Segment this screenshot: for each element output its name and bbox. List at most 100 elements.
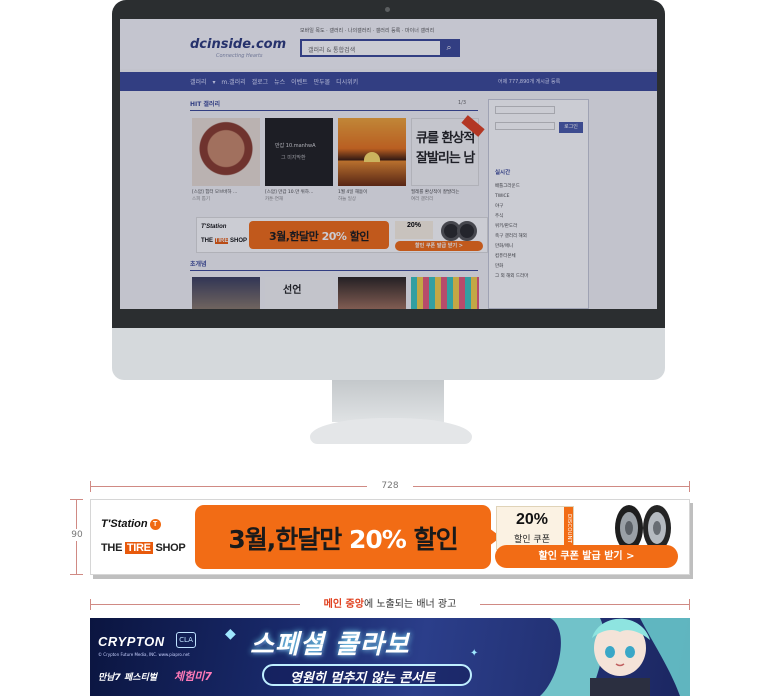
thumbnail-2[interactable]: 만갑 10.manhwA 그 미지막환 bbox=[265, 118, 333, 186]
thumbnail-5[interactable] bbox=[192, 277, 260, 309]
concept-title[interactable]: 초개념 bbox=[190, 259, 207, 268]
width-dimension-label: 728 bbox=[367, 480, 413, 492]
character-illustration bbox=[540, 618, 690, 696]
list-item[interactable]: 만화 bbox=[495, 262, 528, 272]
sidebar-realtime-title: 실시간 bbox=[495, 170, 511, 176]
tire-shop-banner[interactable]: T'Station T THE TIRE SHOP 3월,한달만 20% 할인 2… bbox=[90, 499, 690, 575]
thumb-caption-1[interactable]: [스압] 힘터 모브바하 … 스피 톱기 bbox=[192, 189, 262, 203]
sparkle-icon: ✦ bbox=[470, 648, 479, 659]
sidebar-realtime-list: 배틀그라운드 TWICE 야구 주식 위키/판도라 축구 갤러리 해외 만화/애… bbox=[495, 182, 528, 282]
tstation-logo-text: T'Station bbox=[101, 518, 148, 530]
crypton-copyright: © Crypton Future Media, INC. www.piapro.… bbox=[98, 652, 190, 657]
post-count: 어제 777,890개 게시글 등록 bbox=[498, 79, 561, 85]
nav-item-event[interactable]: 이벤트 bbox=[291, 79, 308, 86]
list-item[interactable]: 주식 bbox=[495, 212, 528, 222]
coupon-percent: 20% bbox=[515, 511, 549, 528]
login-button[interactable]: 로그인 bbox=[559, 122, 583, 133]
promo-headline: 3월,한달만 20% 할인 bbox=[195, 520, 491, 556]
screen-ad-headline: 3월,한달만 20% 할인 bbox=[249, 228, 389, 244]
height-dimension-tick-top bbox=[70, 499, 83, 500]
nav-item-gallery[interactable]: 갤러리 ▾ bbox=[190, 79, 215, 86]
list-item[interactable]: 위키/판도라 bbox=[495, 222, 528, 232]
sun-shape bbox=[364, 152, 380, 162]
list-item[interactable]: 야구 bbox=[495, 202, 528, 212]
sparkle-icon: ◆ bbox=[225, 626, 236, 642]
monitor-screen: dcinside.com Connecting Hearts 모바일 목도 · … bbox=[120, 19, 657, 309]
camera-dot bbox=[385, 7, 390, 12]
tireshop-logo-pre: THE bbox=[101, 542, 125, 554]
list-item[interactable]: 그 외 해외 드라마 bbox=[495, 272, 528, 282]
thumb-caption-3-title[interactable]: 1월 4일 해돋이 bbox=[338, 189, 408, 196]
promo-headline-pct: 20% bbox=[349, 525, 407, 554]
tireshop-logo-tire: TIRE bbox=[124, 542, 153, 554]
thumb-caption-4-title[interactable]: 필레를 환상적이 잘발리는 bbox=[411, 189, 481, 196]
collab-logo-1: 만남7 페스티벌 bbox=[98, 673, 158, 683]
nav-item-mgallery[interactable]: m.갤러리 bbox=[221, 79, 245, 86]
monitor-neck bbox=[332, 380, 444, 422]
banner-caption: 메인 중앙에 노출되는 배너 광고 bbox=[300, 597, 480, 612]
site-logo[interactable]: dcinside.com bbox=[190, 37, 286, 52]
list-item[interactable]: TWICE bbox=[495, 192, 528, 202]
thumbnail-8[interactable] bbox=[411, 277, 479, 309]
tstation-logo-icon: T bbox=[149, 519, 161, 530]
list-item[interactable]: 축구 갤러리 해외 bbox=[495, 232, 528, 242]
thumb-caption-3[interactable]: 1월 4일 해돋이 하늘 일상 bbox=[338, 189, 408, 203]
site-search-input[interactable]: 갤러리 & 통합검색 bbox=[308, 45, 355, 54]
site-nav-items[interactable]: 갤러리 ▾ m.갤러리 갤로그 뉴스 이벤트 만두몰 디시위키 bbox=[190, 77, 358, 86]
thumbnail-3[interactable] bbox=[338, 118, 406, 186]
thumbnail-7[interactable] bbox=[338, 277, 406, 309]
screen-ad-banner[interactable]: T'Station THE TIRE SHOP 3월,한달만 20% 할인 20… bbox=[196, 217, 488, 253]
thumb-caption-1-title[interactable]: [스압] 힘터 모브바하 … bbox=[192, 189, 262, 196]
collab-title: 스페셜 콜라보 bbox=[250, 630, 410, 660]
width-dimension-tick-left bbox=[90, 481, 91, 492]
thumbnail-4-calligraphy: 큐를 환상적 잘발리는 남 bbox=[416, 131, 475, 166]
thumb-caption-2-title[interactable]: [스압] 만갑 10.만 위하… bbox=[265, 189, 335, 196]
thumb-caption-4[interactable]: 필레를 환상적이 잘발리는 여러 갤러리 bbox=[411, 189, 481, 203]
thumbnail-1[interactable] bbox=[192, 118, 260, 186]
hit-gallery-header: HIT 갤러리 1/3 bbox=[190, 99, 478, 111]
concept-header: 초개념 bbox=[190, 259, 478, 271]
nav-item-news[interactable]: 뉴스 bbox=[274, 79, 285, 86]
collab-subtitle: 영원히 멈추지 않는 콘서트 bbox=[290, 671, 436, 686]
login-pw-field[interactable] bbox=[495, 122, 555, 130]
coupon-download-button[interactable]: 할인 쿠폰 발급 받기 > bbox=[495, 545, 678, 568]
hit-gallery-title[interactable]: HIT 갤러리 bbox=[190, 99, 220, 108]
site-search-box[interactable]: 갤러리 & 통합검색 ⌕ bbox=[300, 39, 460, 57]
cla-badge: CLA bbox=[176, 632, 196, 648]
screen-ad-cta[interactable]: 할인 쿠폰 발급 받기 > bbox=[395, 241, 483, 251]
thumbnail-2-sub: 그 미지막환 bbox=[281, 155, 306, 161]
promo-headline-pre: 3월,한달만 bbox=[228, 525, 350, 554]
tire-icon bbox=[457, 221, 477, 241]
hit-gallery-pager[interactable]: 1/3 bbox=[458, 100, 466, 106]
thumbnail-2-text: 만갑 10.manhwA bbox=[275, 143, 316, 149]
screen-ad-headline-post: 할인 bbox=[346, 230, 370, 243]
site-header: dcinside.com Connecting Hearts 모바일 목도 · … bbox=[120, 19, 657, 69]
list-item[interactable]: 만화/애니 bbox=[495, 242, 528, 252]
nav-item-gallog[interactable]: 갤로그 bbox=[252, 79, 269, 86]
list-item[interactable]: 배틀그라운드 bbox=[495, 182, 528, 192]
site-top-links[interactable]: 모바일 목도 · 갤러리 · 나의갤러리 · 갤러리 등록 · 마이너 갤러리 bbox=[300, 27, 434, 34]
site-logo-tagline: Connecting Hearts bbox=[216, 53, 263, 59]
thumbnail-6[interactable]: 선언 bbox=[265, 277, 333, 309]
screen-ad-coupon-pct: 20% bbox=[406, 222, 421, 229]
screen-ad-brand-pre: THE bbox=[201, 238, 215, 244]
screen-ad-brand-top: T'Station bbox=[201, 224, 227, 230]
screen-ad-headline-pct: 20% bbox=[321, 230, 347, 243]
caption-tick-left bbox=[90, 599, 91, 610]
site-sidebar: 로그인 실시간 배틀그라운드 TWICE 야구 주식 위키/판도라 축구 갤러리… bbox=[488, 99, 589, 309]
search-icon[interactable]: ⌕ bbox=[440, 41, 458, 55]
screen-ad-brand-tire: TIRE bbox=[214, 238, 229, 244]
thumb-caption-2[interactable]: [스압] 만갑 10.만 위하… 카툰·연재 bbox=[265, 189, 335, 203]
crypton-collab-banner[interactable]: CRYPTON CLA © Crypton Future Media, INC.… bbox=[90, 618, 690, 696]
login-id-field[interactable] bbox=[495, 106, 555, 114]
screen-ad-brand-post: SHOP bbox=[228, 238, 248, 244]
monitor-mockup: dcinside.com Connecting Hearts 모바일 목도 · … bbox=[112, 0, 665, 444]
monitor-chin bbox=[112, 328, 665, 380]
list-item[interactable]: 컴퓨터본체 bbox=[495, 252, 528, 262]
coupon-card: 20% 할인 쿠폰 DISCOUNT bbox=[496, 506, 574, 551]
monitor-foot bbox=[310, 418, 472, 444]
nav-item-mall[interactable]: 만두몰 bbox=[314, 79, 331, 86]
nav-item-wiki[interactable]: 디시위키 bbox=[336, 79, 358, 86]
crypton-logo: CRYPTON bbox=[98, 634, 165, 649]
thumbnail-4[interactable]: 큐를 환상적 잘발리는 남 bbox=[411, 115, 485, 186]
